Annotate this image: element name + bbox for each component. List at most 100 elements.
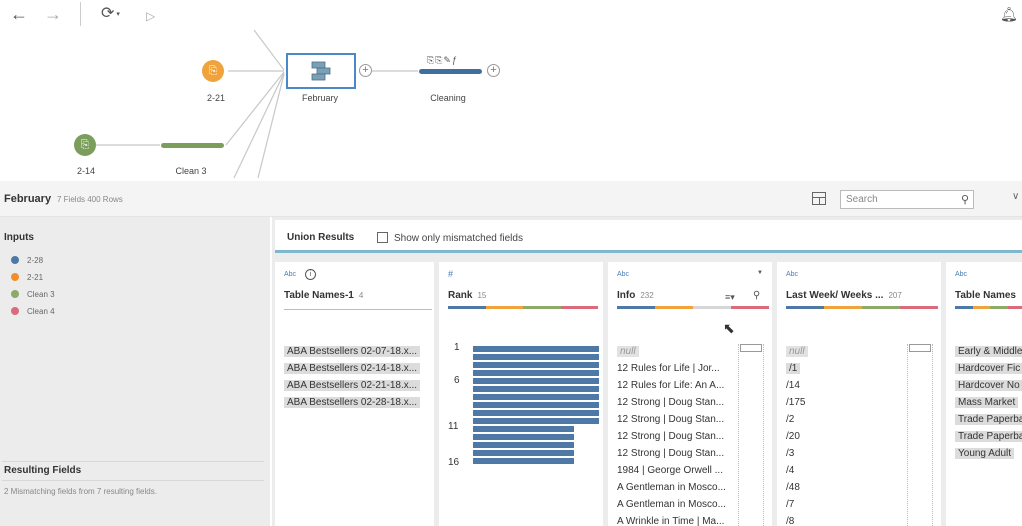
rank-bar[interactable] <box>473 450 574 456</box>
rank-tick-label: 1 <box>454 342 460 353</box>
list-item[interactable]: /2 <box>786 414 794 425</box>
source-segment <box>824 306 862 309</box>
rank-bar[interactable] <box>473 394 599 400</box>
add-step-icon[interactable]: + <box>359 64 372 77</box>
rank-bar[interactable] <box>473 426 574 432</box>
field-count: 232 <box>640 291 654 300</box>
list-item[interactable]: null <box>617 346 639 357</box>
list-item[interactable]: 12 Rules for Life: An A... <box>617 380 724 391</box>
list-item[interactable]: /20 <box>786 431 800 442</box>
list-item[interactable]: /14 <box>786 380 800 391</box>
list-item[interactable]: 12 Strong | Doug Stan... <box>617 448 724 459</box>
list-item[interactable]: Trade Paperba <box>955 431 1022 442</box>
list-item[interactable]: Young Adult <box>955 448 1015 459</box>
list-item[interactable]: Mass Market <box>955 397 1019 408</box>
rank-bar[interactable] <box>473 378 599 384</box>
field-card-table-names-1[interactable]: Abc i Table Names-1 4 ABA Bestsellers 02-… <box>275 262 434 526</box>
info-icon[interactable]: i <box>305 269 316 280</box>
layout-toggle-icon[interactable] <box>812 192 826 205</box>
field-card-table-names[interactable]: Abc Table Names Early & Middle Hardcover … <box>946 262 1022 526</box>
list-item[interactable]: 12 Strong | Doug Stan... <box>617 414 724 425</box>
rank-bar[interactable] <box>473 362 599 368</box>
list-item[interactable]: 1984 | George Orwell ... <box>617 465 723 476</box>
list-item[interactable]: null <box>786 346 808 357</box>
node-label: 2-14 <box>76 166 95 176</box>
union-results-tab: Union Results Show only mismatched field… <box>275 220 1022 253</box>
list-item[interactable]: 12 Strong | Doug Stan... <box>617 431 724 442</box>
source-segment <box>560 306 598 309</box>
list-item[interactable]: ABA Bestsellers 02-28-18.x... <box>284 397 421 408</box>
list-item[interactable]: A Gentleman in Mosco... <box>617 499 726 510</box>
search-icon[interactable]: ⚲ <box>753 290 760 301</box>
left-panel: Inputs 2-28 2-21 Clean 3 Clean 4 Resulti… <box>0 217 270 526</box>
field-name: Table Names-1 4 <box>284 290 363 301</box>
rank-bar[interactable] <box>473 418 599 424</box>
caret-down-icon[interactable]: ▼ <box>757 270 763 276</box>
input-item-2-28[interactable]: 2-28 <box>11 256 43 265</box>
list-item[interactable]: /7 <box>786 499 794 510</box>
rank-bar[interactable] <box>473 434 574 440</box>
search-input[interactable]: Search ⚲ <box>840 190 974 209</box>
field-name-text: Last Week/ Weeks ... <box>786 290 884 301</box>
list-item[interactable]: /4 <box>786 465 794 476</box>
field-name-text: Table Names-1 <box>284 290 354 301</box>
rank-bar[interactable] <box>473 346 599 352</box>
list-item[interactable]: 12 Rules for Life | Jor... <box>617 363 720 374</box>
input-item-2-21[interactable]: 2-21 <box>11 273 43 282</box>
list-item[interactable]: ABA Bestsellers 02-21-18.x... <box>284 380 421 391</box>
mismatched-checkbox[interactable] <box>377 232 388 243</box>
input-node-2-14[interactable]: ⎘ <box>74 134 96 156</box>
list-item[interactable]: /48 <box>786 482 800 493</box>
field-name: Last Week/ Weeks ... 207 <box>786 290 902 301</box>
source-color-bar <box>786 306 938 309</box>
union-node-february[interactable] <box>286 53 356 89</box>
list-item[interactable]: Hardcover No <box>955 380 1022 391</box>
field-card-rank[interactable]: # Rank 15 1 6 11 16 <box>439 262 603 526</box>
list-item[interactable]: /1 <box>786 363 801 374</box>
scrollbar[interactable] <box>907 344 933 526</box>
list-item[interactable]: Hardcover Fic <box>955 363 1022 374</box>
sort-icon[interactable]: ≡▾ <box>725 292 735 303</box>
chevron-down-icon[interactable]: ∨ <box>1012 191 1019 202</box>
field-name-text: Rank <box>448 290 473 301</box>
field-card-info[interactable]: Abc ▼ Info 232 ≡▾ ⚲ null 12 Rules for Life… <box>608 262 772 526</box>
input-node-2-21[interactable]: ⎘ <box>202 60 224 82</box>
list-item[interactable]: A Gentleman in Mosco... <box>617 482 726 493</box>
source-segment <box>1007 306 1022 309</box>
scrollbar-thumb[interactable] <box>740 344 762 352</box>
rank-bar[interactable] <box>473 458 574 464</box>
list-item[interactable]: ABA Bestsellers 02-07-18.x... <box>284 346 421 357</box>
list-item[interactable]: 12 Strong | Doug Stan... <box>617 397 724 408</box>
list-item[interactable]: A Wrinkle in Time | Ma... <box>617 516 724 526</box>
search-icon[interactable]: ⚲ <box>961 193 969 206</box>
list-item[interactable]: /3 <box>786 448 794 459</box>
union-results-title: Union Results <box>287 232 355 243</box>
source-segment <box>972 306 990 309</box>
list-item[interactable]: Trade Paperba <box>955 414 1022 425</box>
list-item[interactable]: ABA Bestsellers 02-14-18.x... <box>284 363 421 374</box>
list-item[interactable]: Early & Middle <box>955 346 1022 357</box>
list-item[interactable]: /175 <box>786 397 805 408</box>
field-count: 15 <box>477 291 487 300</box>
mismatched-checkbox-label[interactable]: Show only mismatched fields <box>394 233 523 244</box>
rank-bar[interactable] <box>473 370 599 376</box>
flow-connectors <box>96 29 418 179</box>
rank-bar[interactable] <box>473 354 599 360</box>
add-step-icon[interactable]: + <box>487 64 500 77</box>
rank-bar[interactable] <box>473 410 599 416</box>
rank-bar[interactable] <box>473 402 599 408</box>
number-type-icon: # <box>448 269 454 279</box>
source-segment <box>955 306 973 309</box>
clean-node-clean-3[interactable] <box>161 143 224 148</box>
list-item[interactable]: /8 <box>786 516 794 526</box>
source-segment <box>693 306 731 309</box>
input-item-clean-4[interactable]: Clean 4 <box>11 307 55 316</box>
field-card-last-week[interactable]: Abc Last Week/ Weeks ... 207 null/1/14/17… <box>777 262 941 526</box>
scrollbar-thumb[interactable] <box>909 344 931 352</box>
scrollbar[interactable] <box>738 344 764 526</box>
step-meta: 7 Fields 400 Rows <box>57 195 123 204</box>
rank-bar[interactable] <box>473 386 599 392</box>
clean-node-cleaning[interactable] <box>419 69 482 74</box>
input-item-clean-3[interactable]: Clean 3 <box>11 290 55 299</box>
rank-bar[interactable] <box>473 442 574 448</box>
